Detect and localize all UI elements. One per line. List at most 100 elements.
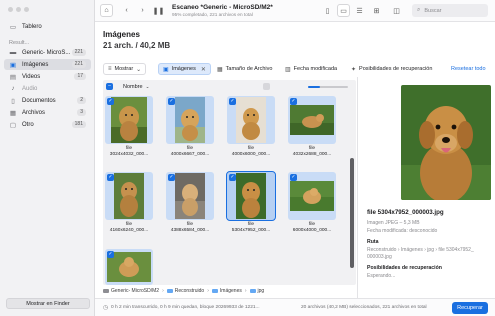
breadcrumb-item[interactable]: Imágenes bbox=[220, 288, 242, 294]
file-tile[interactable]: ✓ file 5304x7952_000... bbox=[226, 171, 276, 234]
image-icon: ▣ bbox=[163, 66, 169, 73]
breadcrumb-item[interactable]: jpg bbox=[258, 288, 265, 294]
tile-checkbox[interactable]: ✓ bbox=[168, 98, 175, 105]
pause-scan-button[interactable]: ❚❚ bbox=[152, 4, 165, 17]
video-icon: ▤ bbox=[9, 73, 17, 81]
preview-panel-toggle[interactable]: ◫ bbox=[390, 4, 403, 17]
tile-checkbox[interactable]: ✓ bbox=[229, 98, 236, 105]
sort-arrow-icon[interactable]: ⌄ bbox=[146, 84, 150, 90]
tile-checkbox[interactable]: ✓ bbox=[290, 98, 297, 105]
window-controls[interactable] bbox=[8, 7, 29, 12]
dog-photo-thumbnail bbox=[175, 173, 205, 219]
sidebar-item-audio[interactable]: ♪ Audio bbox=[4, 83, 91, 94]
sidebar-item-documents[interactable]: ▯ Documentos 2 bbox=[4, 95, 91, 106]
route-value: Reconstruido › Imágenes › jpg › file 530… bbox=[367, 247, 474, 253]
tile-checkbox[interactable]: ✓ bbox=[229, 174, 236, 181]
select-all-checkbox[interactable]: – bbox=[106, 83, 113, 90]
file-tile[interactable]: ✓ file 4160x6240_000... bbox=[105, 172, 153, 234]
preview-filename: file 5304x7952_000003.jpg bbox=[367, 209, 444, 216]
tile-label: file 3024x4032_000... bbox=[101, 146, 157, 158]
close-window-button[interactable] bbox=[8, 7, 13, 12]
grid-view-button[interactable]: ⊞ bbox=[370, 4, 383, 17]
show-filter-label: Mostrar bbox=[114, 66, 134, 72]
drive-icon: ▬ bbox=[9, 49, 17, 56]
filter-icon: ≡ bbox=[108, 66, 112, 72]
thumbnail-size-slider[interactable] bbox=[308, 86, 348, 88]
recovery-chance-heading: Posibilidades de recuperación bbox=[367, 265, 442, 271]
sidebar-item-archives[interactable]: ▦ Archivos 3 bbox=[4, 107, 91, 118]
file-tile[interactable]: ✓ bbox=[105, 249, 153, 286]
archive-icon: ▦ bbox=[9, 109, 17, 117]
breadcrumb-separator: › bbox=[207, 287, 209, 294]
folder-icon bbox=[249, 288, 256, 293]
back-button[interactable]: ‹ bbox=[120, 4, 133, 17]
sidebar-item-dashboard[interactable]: ▭ Tablero bbox=[4, 21, 91, 32]
list-view-button[interactable]: ☰ bbox=[353, 4, 366, 17]
file-tile[interactable]: ✓ file 3024x4032_000... bbox=[105, 96, 153, 158]
tile-checkbox[interactable]: ✓ bbox=[107, 174, 114, 181]
forward-button[interactable]: › bbox=[136, 4, 149, 17]
dashboard-icon: ▭ bbox=[9, 23, 17, 31]
grid-scrollbar[interactable] bbox=[350, 158, 354, 268]
home-button[interactable]: ⌂ bbox=[100, 4, 113, 17]
route-value-continued: 000003.jpg bbox=[367, 254, 392, 260]
reset-all-link[interactable]: Resetear todo bbox=[451, 66, 486, 72]
image-icon: ▣ bbox=[9, 61, 17, 69]
show-filter-button[interactable]: ≡ Mostrar ⌄ bbox=[103, 63, 147, 75]
status-bar: ◷ 0 h 2 min transcurrido, 0 h 9 min qued… bbox=[95, 298, 495, 316]
dog-photo-thumbnail bbox=[236, 173, 266, 219]
name-column-header[interactable]: Nombre bbox=[123, 84, 143, 90]
modified-date-filter-label: Fecha modificada bbox=[293, 66, 338, 72]
file-tile[interactable]: ✓ file 4032x2688_000... bbox=[288, 96, 336, 158]
sidebar-item-other[interactable]: ▢ Otro 181 bbox=[4, 119, 91, 130]
file-tile[interactable]: ✓ file 4000x6000_000... bbox=[227, 96, 275, 158]
tile-checkbox[interactable]: ✓ bbox=[107, 251, 114, 258]
recover-button[interactable]: Recuperar bbox=[452, 302, 488, 314]
tile-label: file 4032x2688_000... bbox=[284, 146, 340, 158]
file-view-button[interactable]: ▯ bbox=[321, 4, 334, 17]
modified-date-filter[interactable]: ▥ Fecha modificada bbox=[281, 63, 341, 75]
recovery-chance-filter[interactable]: ✦ Posibilidades de recuperación bbox=[347, 63, 436, 75]
close-icon[interactable]: ✕ bbox=[201, 66, 206, 73]
card-view-button[interactable]: ▭ bbox=[337, 4, 350, 17]
app-window: ▭ Tablero Result... ▬ Generic- MicroS...… bbox=[0, 0, 495, 316]
sidebar-item-images[interactable]: ▣ Imágenes 221 bbox=[4, 59, 91, 70]
chevron-left-icon: ‹ bbox=[125, 7, 128, 14]
clock-icon: ◷ bbox=[103, 305, 109, 311]
file-size-filter[interactable]: ▦ Tamaño de Archivo bbox=[213, 63, 276, 75]
tile-dimensions: 4032x2688_000... bbox=[292, 152, 332, 157]
tile-dimensions: 4000x6667_000... bbox=[170, 152, 210, 157]
other-files-icon: ▢ bbox=[9, 121, 17, 129]
tile-checkbox[interactable]: ✓ bbox=[107, 98, 114, 105]
filter-bar: ≡ Mostrar ⌄ ▣ Imágenes ✕ ▦ Tamaño de Arc… bbox=[95, 62, 495, 76]
breadcrumb-item[interactable]: Generic- MicroSD/M2 bbox=[111, 288, 159, 294]
dog-photo-preview bbox=[401, 85, 491, 200]
zoom-window-button[interactable] bbox=[24, 7, 29, 12]
tile-checkbox[interactable]: ✓ bbox=[168, 174, 175, 181]
sidebar-section-heading: Result... bbox=[9, 40, 30, 46]
breadcrumb-separator: › bbox=[162, 287, 164, 294]
sidebar-item-drive[interactable]: ▬ Generic- MicroS... 221 bbox=[4, 47, 91, 58]
sidebar-item-label: Videos bbox=[22, 73, 41, 80]
tile-label: file 4000x6667_000... bbox=[162, 146, 218, 158]
file-size-icon: ▦ bbox=[217, 66, 223, 73]
file-tile[interactable]: ✓ file 6000x4000_000... bbox=[288, 172, 336, 234]
tile-dimensions: 3024x4032_000... bbox=[109, 152, 149, 157]
images-filter-chip[interactable]: ▣ Imágenes ✕ bbox=[158, 63, 211, 75]
tile-checkbox[interactable]: ✓ bbox=[290, 174, 297, 181]
breadcrumb-item[interactable]: Reconstruido bbox=[175, 288, 204, 294]
show-in-finder-button[interactable]: Mostrar en Finder bbox=[6, 298, 90, 309]
minimize-window-button[interactable] bbox=[16, 7, 21, 12]
sidebar-item-label: Documentos bbox=[22, 97, 56, 104]
sort-options-icon[interactable] bbox=[263, 83, 270, 90]
file-tile[interactable]: ✓ file 4388x6584_000... bbox=[166, 172, 214, 234]
images-filter-label: Imágenes bbox=[171, 66, 196, 72]
search-field[interactable]: ⌕ Buscar bbox=[412, 4, 488, 17]
dog-photo-thumbnail bbox=[290, 105, 334, 135]
file-tile[interactable]: ✓ file 4000x6667_000... bbox=[166, 96, 214, 158]
sidebar-item-videos[interactable]: ▤ Videos 17 bbox=[4, 71, 91, 82]
recovery-chance-value: Esperando... bbox=[367, 273, 396, 279]
file-icon: ▯ bbox=[325, 7, 330, 15]
preview-image bbox=[401, 85, 491, 200]
sidebar-item-label: Generic- MicroS... bbox=[22, 49, 71, 56]
